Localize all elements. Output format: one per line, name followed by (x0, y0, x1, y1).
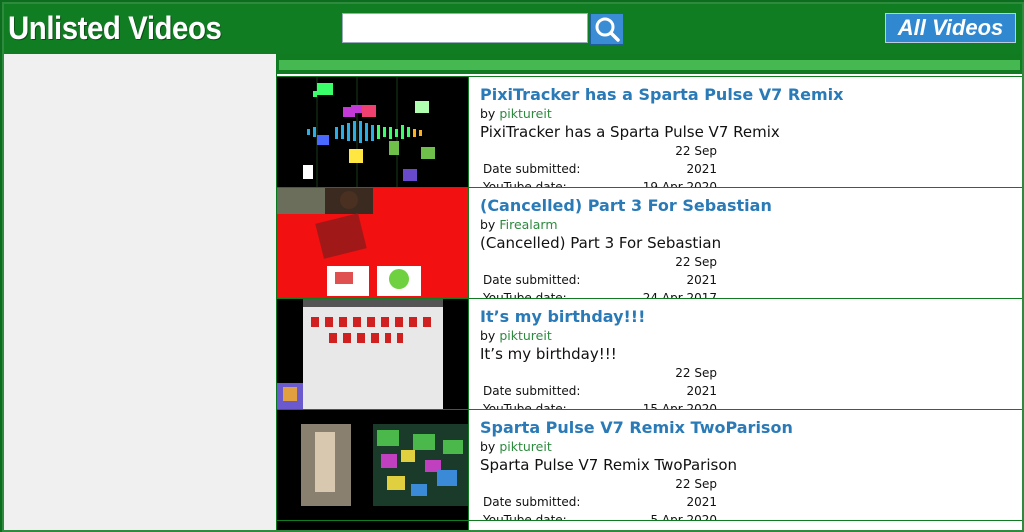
comparison-thumbnail (277, 410, 468, 520)
video-info: Sparta Pulse V7 Remix TwoParison by pikt… (480, 418, 1010, 529)
date-submitted-row: Date submitted: 22 Sep 2021 (480, 253, 1010, 289)
by-label: by (480, 439, 496, 454)
date-submitted-row: Date submitted: 22 Sep 2021 (480, 142, 1010, 178)
date-submitted-row: Date submitted: 22 Sep 2021 (480, 475, 1010, 511)
header: Unlisted Videos All Videos (4, 4, 1022, 54)
byline: by Firealarm (480, 217, 1010, 233)
video-description: Sparta Pulse V7 Remix TwoParison (480, 456, 738, 474)
video-list: PixiTracker has a Sparta Pulse V7 Remix … (277, 54, 1022, 530)
video-title-link[interactable]: (Cancelled) Part 3 For Sebastian (480, 196, 1010, 216)
all-videos-button[interactable]: All Videos (885, 13, 1016, 43)
date-submitted-label: Date submitted: (483, 162, 581, 176)
video-item: PixiTracker has a Sparta Pulse V7 Remix … (277, 76, 1022, 194)
video-thumbnail[interactable] (277, 410, 469, 520)
video-title-link[interactable]: Sparta Pulse V7 Remix TwoParison (480, 418, 1010, 438)
video-title-link[interactable]: It’s my birthday!!! (480, 307, 1010, 327)
video-thumbnail[interactable] (277, 77, 469, 187)
birthday-thumbnail (277, 299, 468, 409)
search-button[interactable] (590, 13, 624, 45)
site-logo[interactable]: Unlisted Videos (8, 10, 222, 47)
search-icon (595, 17, 620, 42)
author-link[interactable]: Firealarm (499, 217, 557, 232)
byline: by piktureit (480, 439, 1010, 455)
date-submitted-value: 22 Sep 2021 (675, 366, 717, 398)
video-description: PixiTracker has a Sparta Pulse V7 Remix (480, 123, 780, 141)
red-scene-thumbnail (277, 188, 468, 298)
video-info: PixiTracker has a Sparta Pulse V7 Remix … (480, 85, 1010, 196)
date-submitted-row: Date submitted: 22 Sep 2021 (480, 364, 1010, 400)
date-submitted-value: 22 Sep 2021 (675, 144, 717, 176)
video-info: (Cancelled) Part 3 For Sebastian by Fire… (480, 196, 1010, 307)
video-item: It’s my birthday!!! by piktureit It’s my… (277, 298, 1022, 416)
video-info: It’s my birthday!!! by piktureit It’s my… (480, 307, 1010, 418)
byline: by piktureit (480, 106, 1010, 122)
video-thumbnail[interactable] (277, 521, 469, 530)
date-submitted-label: Date submitted: (483, 384, 581, 398)
author-link[interactable]: piktureit (499, 439, 551, 454)
video-title-link[interactable]: PixiTracker has a Sparta Pulse V7 Remix (480, 85, 1010, 105)
sidebar (4, 54, 276, 530)
date-submitted-value: 22 Sep 2021 (675, 255, 717, 287)
list-header-bar (277, 54, 1022, 74)
pixel-characters-thumbnail (277, 77, 468, 187)
author-link[interactable]: piktureit (499, 328, 551, 343)
video-item: Sparta Pulse V7 Remix TwoParison by pikt… (277, 409, 1022, 527)
by-label: by (480, 328, 496, 343)
author-link[interactable]: piktureit (499, 106, 551, 121)
video-thumbnail[interactable] (277, 299, 469, 409)
video-item: (Cancelled) Part 3 For Sebastian by Fire… (277, 187, 1022, 305)
date-submitted-label: Date submitted: (483, 273, 581, 287)
by-label: by (480, 106, 496, 121)
video-description: It’s my birthday!!! (480, 345, 617, 363)
date-submitted-label: Date submitted: (483, 495, 581, 509)
date-submitted-value: 22 Sep 2021 (675, 477, 717, 509)
search-input[interactable] (342, 13, 588, 43)
video-thumbnail[interactable] (277, 188, 469, 298)
next-video-item-partial (277, 520, 1022, 530)
byline: by piktureit (480, 328, 1010, 344)
video-description: (Cancelled) Part 3 For Sebastian (480, 234, 722, 252)
by-label: by (480, 217, 496, 232)
page-frame: Unlisted Videos All Videos PixiTracker h… (2, 2, 1024, 532)
